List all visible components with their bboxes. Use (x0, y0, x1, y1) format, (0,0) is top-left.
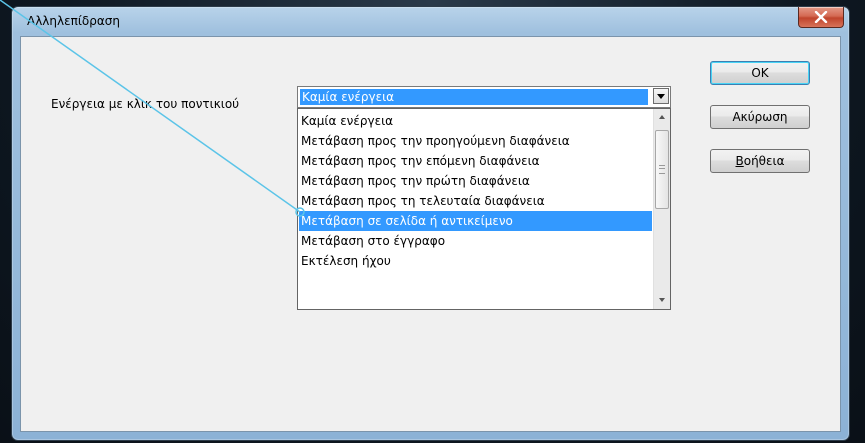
annotation-connector-line (0, 0, 305, 217)
connector-line (0, 0, 301, 213)
